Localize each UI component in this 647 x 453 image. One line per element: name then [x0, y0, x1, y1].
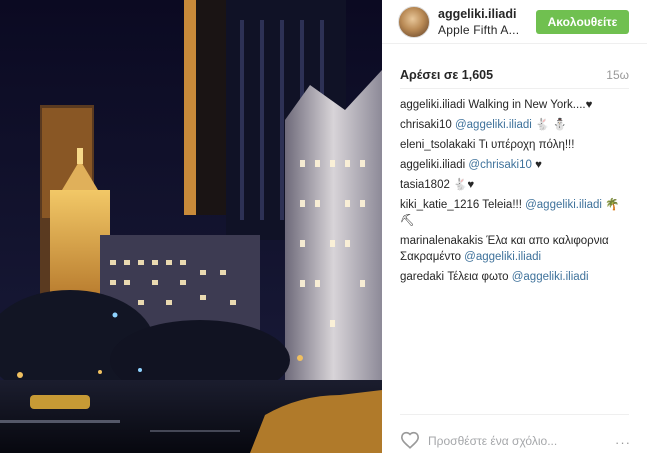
comment-author[interactable]: marinalenakakis: [400, 235, 483, 247]
comment-emoji: 🐇♥: [449, 179, 475, 191]
avatar[interactable]: [398, 6, 430, 38]
comment-item: marinalenakakis Έλα και απο καλιφορνια Σ…: [400, 233, 632, 265]
comment-mention[interactable]: @aggeliki.iliadi: [512, 271, 589, 283]
comment-mention[interactable]: @chrisaki10: [465, 159, 531, 171]
comment-text: Walking in New York....: [465, 99, 586, 111]
post-sidebar: aggeliki.iliadi Apple Fifth A... Ακολουθ…: [382, 0, 647, 453]
location-link[interactable]: Apple Fifth A...: [438, 23, 519, 37]
comment-text: Τέλεια φωτο: [444, 271, 512, 283]
comment-item: chrisaki10 @aggeliki.iliadi 🐇 ⛄: [400, 117, 632, 133]
comment-emoji: ♥: [531, 159, 542, 171]
post-photo[interactable]: [0, 0, 382, 453]
post-header: aggeliki.iliadi Apple Fifth A... Ακολουθ…: [382, 0, 647, 44]
comment-emoji: ♥: [585, 99, 593, 111]
username-link[interactable]: aggeliki.iliadi: [438, 7, 517, 21]
comment-text: Teleia!!!: [479, 199, 526, 211]
comment-author[interactable]: chrisaki10: [400, 119, 452, 131]
divider: [400, 414, 629, 415]
comment-item: tasia1802 🐇♥: [400, 177, 632, 193]
comment-item: garedaki Τέλεια φωτο @aggeliki.iliadi: [400, 269, 632, 285]
comment-item: aggeliki.iliadi Walking in New York....♥: [400, 97, 632, 113]
comment-author[interactable]: eleni_tsolakaki: [400, 139, 475, 151]
night-city-photo: [0, 0, 382, 453]
comment-list: aggeliki.iliadi Walking in New York....♥…: [400, 97, 632, 289]
divider: [400, 88, 629, 89]
comment-item: aggeliki.iliadi @chrisaki10 ♥: [400, 157, 632, 173]
ellipsis-icon[interactable]: ···: [615, 435, 631, 450]
post-age[interactable]: 15ω: [606, 68, 629, 82]
follow-button[interactable]: Ακολουθείτε: [536, 10, 629, 34]
comment-item: kiki_katie_1216 Teleia!!! @aggeliki.ilia…: [400, 197, 632, 229]
add-comment-input[interactable]: Προσθέστε ένα σχόλιο...: [428, 434, 557, 448]
comment-emoji: 🐇 ⛄: [531, 119, 567, 131]
comment-author[interactable]: aggeliki.iliadi: [400, 99, 465, 111]
comment-text: Τι υπέροχη πόλη!!!: [475, 139, 575, 151]
heart-outline-icon[interactable]: [400, 431, 420, 449]
comment-mention[interactable]: @aggeliki.iliadi: [525, 199, 602, 211]
comment-author[interactable]: tasia1802: [400, 179, 450, 191]
comment-author[interactable]: garedaki: [400, 271, 444, 283]
comment-mention[interactable]: @aggeliki.iliadi: [461, 251, 541, 263]
comment-author[interactable]: aggeliki.iliadi: [400, 159, 465, 171]
comment-mention[interactable]: @aggeliki.iliadi: [452, 119, 532, 131]
comment-author[interactable]: kiki_katie_1216: [400, 199, 479, 211]
comment-item: eleni_tsolakaki Τι υπέροχη πόλη!!!: [400, 137, 632, 153]
likes-count[interactable]: Αρέσει σε 1,605: [400, 68, 493, 82]
